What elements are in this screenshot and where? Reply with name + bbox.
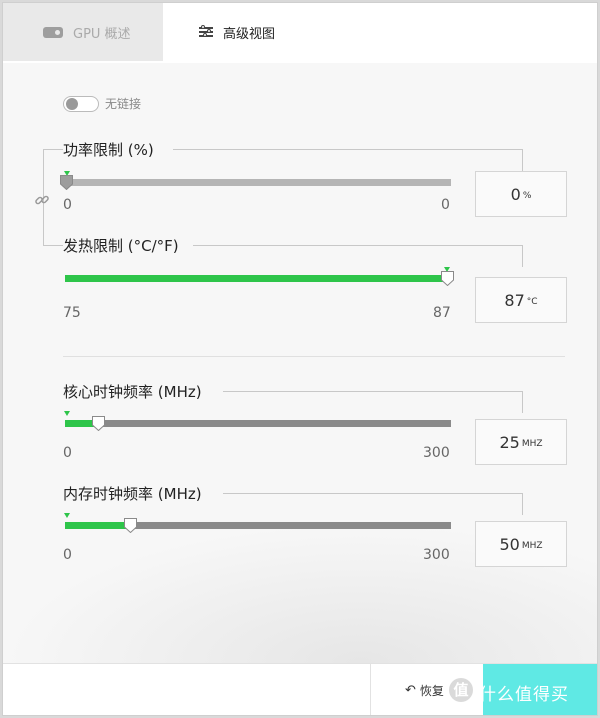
core-label-line: [223, 391, 523, 392]
power-limit-unit: %: [522, 191, 532, 201]
footer-separator: [370, 664, 371, 715]
memory-clock-thumb[interactable]: [124, 518, 137, 533]
memory-label-line-drop: [522, 493, 523, 515]
core-clock-max: 300: [423, 445, 450, 461]
watermark-badge: 值: [449, 678, 473, 702]
temp-limit-thumb[interactable]: [441, 271, 454, 286]
tab-gpu-overview-label: GPU 概述: [73, 26, 131, 42]
power-limit-value-box[interactable]: 0 %: [475, 171, 567, 217]
core-label-line-drop: [522, 391, 523, 413]
watermark-text: 什么值得买: [479, 685, 569, 705]
memory-clock-min: 0: [63, 547, 72, 563]
reset-button-label: 恢复: [419, 684, 444, 698]
memory-clock-unit: MHZ: [521, 541, 543, 551]
memory-clock-value-box[interactable]: 50 MHZ: [475, 521, 567, 567]
temp-limit-min: 75: [63, 305, 81, 321]
power-limit-track[interactable]: [65, 179, 451, 186]
memory-clock-value: 50: [499, 534, 520, 554]
power-label-line: [173, 149, 523, 150]
link-toggle: 无链接: [63, 95, 141, 112]
core-clock-value: 25: [499, 432, 520, 452]
core-clock-thumb[interactable]: [92, 416, 105, 431]
core-clock-value-box[interactable]: 25 MHZ: [475, 419, 567, 465]
temp-limit-label: 发热限制 (°C/°F): [63, 235, 185, 256]
link-toggle-switch[interactable]: [63, 95, 99, 112]
app-window: GPU 概述 高级视图 无链接 功率限制 (%) 0 0 0 % 发热限制 (°…: [2, 2, 598, 716]
core-clock-label: 核心时钟频率 (MHz): [63, 381, 208, 402]
core-clock-track[interactable]: [65, 420, 451, 427]
power-limit-max: 0: [441, 197, 450, 213]
temp-limit-value-box[interactable]: 87 °C: [475, 277, 567, 323]
temp-limit-value: 87: [504, 290, 525, 310]
tab-gpu-overview[interactable]: GPU 概述: [3, 3, 163, 61]
sliders-icon: [199, 25, 213, 38]
power-limit-label: 功率限制 (%): [63, 139, 160, 160]
power-limit-min: 0: [63, 197, 72, 213]
core-clock-unit: MHZ: [521, 439, 543, 449]
power-limit-value: 0: [510, 184, 521, 204]
tab-advanced-view-label: 高级视图: [223, 26, 276, 42]
memory-default-marker: [64, 513, 70, 518]
temp-limit-max: 87: [433, 305, 451, 321]
link-bracket-bottom: [43, 245, 63, 246]
memory-clock-label: 内存时钟频率 (MHz): [63, 483, 208, 504]
link-toggle-label: 无链接: [105, 97, 142, 111]
reset-button[interactable]: ↶ 恢复: [405, 682, 444, 699]
temp-label-line: [193, 245, 523, 246]
tab-bar: GPU 概述 高级视图: [3, 3, 597, 63]
gpu-card-icon: [43, 26, 63, 38]
memory-clock-fill: [65, 522, 130, 529]
section-divider: [63, 356, 565, 357]
core-default-marker: [64, 411, 70, 416]
memory-clock-max: 300: [423, 547, 450, 563]
core-clock-min: 0: [63, 445, 72, 461]
advanced-panel: 无链接 功率限制 (%) 0 0 0 % 发热限制 (°C/°F) 75 87 …: [3, 63, 597, 663]
power-label-line-drop: [522, 149, 523, 171]
memory-label-line: [223, 493, 523, 494]
temp-limit-fill: [65, 275, 449, 282]
temp-limit-unit: °C: [526, 297, 538, 307]
undo-icon: ↶: [405, 683, 416, 698]
power-limit-thumb[interactable]: [60, 175, 73, 190]
memory-clock-track[interactable]: [65, 522, 451, 529]
chain-link-icon[interactable]: [34, 192, 50, 208]
tab-advanced-view[interactable]: 高级视图: [163, 3, 303, 61]
temp-limit-track[interactable]: [65, 275, 449, 282]
footer-bar: ↶ 恢复 值 什么值得买: [3, 663, 597, 715]
link-bracket-top: [43, 149, 63, 150]
temp-label-line-drop: [522, 245, 523, 267]
